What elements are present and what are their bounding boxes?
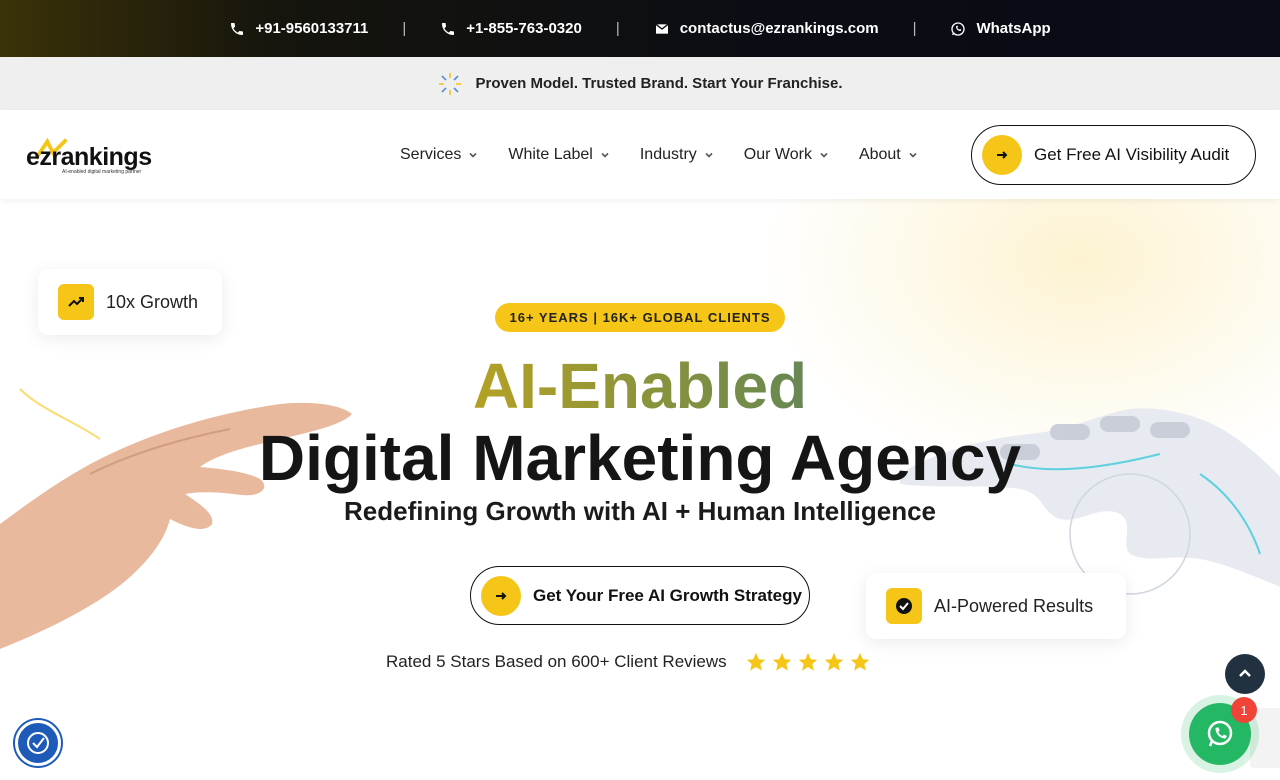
- star-icon: [746, 652, 765, 671]
- nav-item-label: About: [858, 145, 901, 163]
- nav-item-label: Industry: [639, 145, 697, 163]
- mail-icon: [655, 23, 669, 34]
- nav-item-label: Services: [400, 145, 462, 163]
- main-nav: ezrankings AI-enabled digital marketing …: [0, 110, 1280, 199]
- ai-visibility-audit-button[interactable]: Get Free AI Visibility Audit: [971, 125, 1256, 185]
- subheadline: Redefining Growth with AI + Human Intell…: [343, 496, 937, 526]
- chevron-down-icon: [705, 152, 713, 158]
- star-icon: [798, 652, 817, 671]
- rating-text: Rated 5 Stars Based on 600+ Client Revie…: [386, 652, 727, 671]
- nav-item-our-work[interactable]: Our Work: [744, 146, 829, 164]
- accessibility-icon: [27, 732, 49, 754]
- rating-row: Rated 5 Stars Based on 600+ Client Revie…: [386, 651, 871, 673]
- ai-results-card: AI-Powered Results: [866, 573, 1126, 639]
- scroll-to-top-button[interactable]: [1225, 654, 1265, 694]
- nav-item-services[interactable]: Services: [400, 146, 478, 164]
- whatsapp-text: WhatsApp: [976, 20, 1051, 37]
- whatsapp-link[interactable]: WhatsApp: [950, 20, 1051, 37]
- chevron-down-icon: [469, 152, 477, 158]
- separator: |: [912, 20, 917, 37]
- nav-item-industry[interactable]: Industry: [640, 146, 714, 164]
- strategy-button-label: Get Your Free AI Growth Strategy: [533, 585, 802, 605]
- growth-strategy-button[interactable]: Get Your Free AI Growth Strategy: [470, 566, 810, 625]
- franchise-promo[interactable]: Proven Model. Trusted Brand. Start Your …: [0, 57, 1280, 110]
- phone-india-link[interactable]: +91-9560133711: [229, 20, 368, 37]
- chevron-down-icon: [601, 152, 609, 158]
- nav-item-label: Our Work: [743, 145, 812, 163]
- headline-main: Digital Marketing Agency: [258, 422, 1022, 494]
- star-icon: [824, 652, 843, 671]
- nav-item-white-label[interactable]: White Label: [508, 146, 610, 164]
- experience-badge: 16+ YEARS | 16K+ GLOBAL CLIENTS: [495, 303, 785, 332]
- star-icon: [772, 652, 791, 671]
- trending-up-icon: [58, 284, 94, 320]
- hero-section: 10x Growth 16+ YEARS | 16K+ GLOBAL CLIEN…: [0, 199, 1280, 780]
- whatsapp-unread-badge: 1: [1231, 697, 1257, 723]
- logo-text: ezrankings: [26, 143, 152, 171]
- email-text: contactus@ezrankings.com: [679, 20, 879, 37]
- whatsapp-icon: [1207, 720, 1233, 747]
- whatsapp-icon: [951, 21, 966, 36]
- logo[interactable]: ezrankings AI-enabled digital marketing …: [26, 137, 166, 177]
- rating-stars: [745, 651, 871, 673]
- sparkle-icon: [439, 72, 462, 95]
- nav-menu: Services White Label Industry Our Work A…: [400, 110, 918, 199]
- growth-card-label: 10x Growth: [106, 291, 199, 312]
- phone-us-text: +1-855-763-0320: [466, 20, 582, 37]
- chevron-down-icon: [820, 152, 828, 158]
- audit-button-label: Get Free AI Visibility Audit: [1034, 145, 1230, 164]
- star-icon: [850, 652, 869, 671]
- contact-bar: +91-9560133711 | +1-855-763-0320 | conta…: [0, 0, 1280, 57]
- separator: |: [402, 20, 407, 37]
- check-circle-icon: [886, 588, 922, 624]
- promo-text: Proven Model. Trusted Brand. Start Your …: [475, 75, 843, 92]
- chevron-up-icon: [1239, 669, 1251, 677]
- phone-india-text: +91-9560133711: [255, 20, 369, 37]
- ai-results-card-label: AI-Powered Results: [934, 595, 1094, 616]
- growth-card: 10x Growth: [38, 269, 222, 335]
- chevron-down-icon: [909, 152, 917, 158]
- phone-icon: [442, 22, 455, 35]
- separator: |: [615, 20, 620, 37]
- nav-item-label: White Label: [508, 145, 593, 163]
- phone-us-link[interactable]: +1-855-763-0320: [440, 20, 582, 37]
- arrow-right-icon: [481, 575, 521, 616]
- logo-tagline: AI-enabled digital marketing partner: [62, 169, 142, 175]
- email-link[interactable]: contactus@ezrankings.com: [654, 20, 879, 37]
- arrow-right-icon: [982, 135, 1022, 175]
- nav-item-about[interactable]: About: [859, 146, 918, 164]
- headline-accent: AI-Enabled: [0, 349, 1280, 423]
- accessibility-button[interactable]: [15, 720, 61, 766]
- phone-icon: [231, 22, 244, 35]
